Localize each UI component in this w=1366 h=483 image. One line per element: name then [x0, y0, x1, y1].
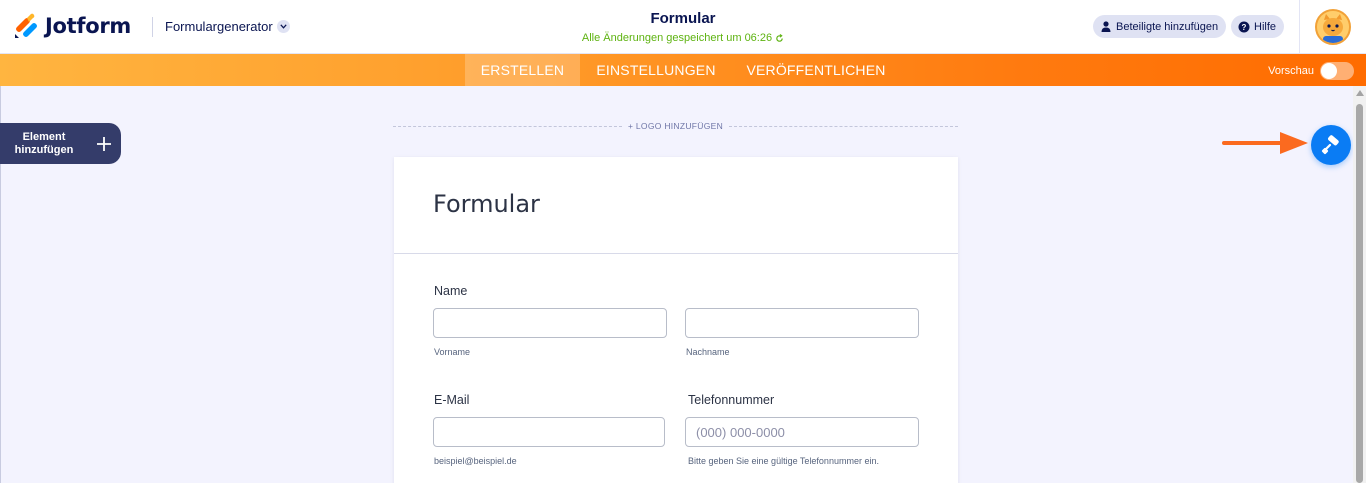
divider-line [729, 125, 959, 127]
phone-field-label[interactable]: Telefonnummer [688, 393, 774, 407]
email-input[interactable] [433, 417, 665, 447]
product-menu-label: Formulargenerator [165, 19, 273, 34]
svg-text:?: ? [1241, 23, 1246, 32]
save-status-text: Alle Änderungen gespeichert um 06:26 [581, 32, 773, 44]
tab-erstellen[interactable]: ERSTELLEN [465, 54, 580, 86]
scroll-up-icon[interactable] [1356, 90, 1364, 96]
jotform-logo[interactable]: Jotform [14, 13, 131, 39]
preview-switch-knob [1321, 63, 1337, 79]
arrow-right-icon [1222, 132, 1308, 154]
help-label: Hilfe [1254, 20, 1277, 33]
vertical-scrollbar[interactable] [1353, 86, 1366, 483]
tab-einstellungen[interactable]: EINSTELLUNGEN [588, 54, 724, 86]
last-name-input[interactable] [685, 308, 919, 338]
user-icon [1099, 20, 1112, 33]
brand-name: Jotform [45, 14, 131, 38]
cat-avatar-icon [1315, 9, 1351, 45]
name-field-label[interactable]: Name [434, 284, 467, 298]
help-button[interactable]: ? Hilfe [1231, 15, 1285, 38]
form-designer-button[interactable] [1311, 125, 1351, 165]
save-status: Alle Änderungen gespeichert um 06:26 [582, 32, 784, 44]
refresh-icon [776, 33, 783, 42]
chevron-down-icon [276, 20, 290, 33]
add-logo-link[interactable]: + LOGO HINZUFÜGEN [393, 119, 959, 133]
phone-input[interactable]: (000) 000-0000 [685, 417, 919, 447]
first-name-input[interactable] [433, 308, 667, 338]
preview-label: Vorschau [1268, 65, 1314, 77]
form-name[interactable]: Formular [650, 10, 715, 27]
phone-sublabel: Bitte geben Sie eine gültige Telefonnumm… [688, 456, 879, 466]
first-name-sublabel: Vorname [434, 347, 471, 357]
divider-line [393, 125, 622, 127]
tab-veroeffentlichen[interactable]: VERÖFFENTLICHEN [740, 54, 892, 86]
product-menu[interactable]: Formulargenerator [165, 19, 290, 34]
builder-tab-bar: ERSTELLEN EINSTELLUNGEN VERÖFFENTLICHEN … [0, 54, 1366, 86]
preview-toggle[interactable]: Vorschau [1268, 62, 1354, 80]
top-header: Jotform Formulargenerator Formular Alle … [0, 0, 1366, 54]
heading-divider [394, 253, 958, 254]
jotform-logo-icon [15, 13, 37, 38]
email-field-label[interactable]: E-Mail [434, 393, 469, 407]
scroll-thumb[interactable] [1356, 104, 1363, 483]
add-participants-button[interactable]: Beteiligte hinzufügen [1093, 15, 1227, 38]
paint-roller-icon [1321, 135, 1339, 155]
add-participants-label: Beteiligte hinzufügen [1116, 20, 1219, 33]
add-element-label: Element hinzufügen [0, 131, 88, 157]
email-sublabel: beispiel@beispiel.de [434, 456, 517, 466]
last-name-sublabel: Nachname [686, 347, 730, 357]
form-heading[interactable]: Formular [433, 190, 540, 218]
add-logo-label: + LOGO HINZUFÜGEN [627, 121, 724, 131]
header-divider [152, 17, 153, 37]
add-element-button[interactable]: Element hinzufügen [0, 123, 121, 164]
question-circle-icon: ? [1237, 20, 1250, 33]
preview-switch[interactable] [1320, 62, 1354, 80]
account-menu[interactable] [1299, 0, 1366, 54]
add-element-label-line1: Element [22, 130, 66, 143]
form-card: Formular Name Vorname Nachname E-Mail be… [394, 157, 958, 483]
add-element-label-line2: hinzufügen [14, 143, 74, 156]
plus-icon [97, 136, 111, 151]
